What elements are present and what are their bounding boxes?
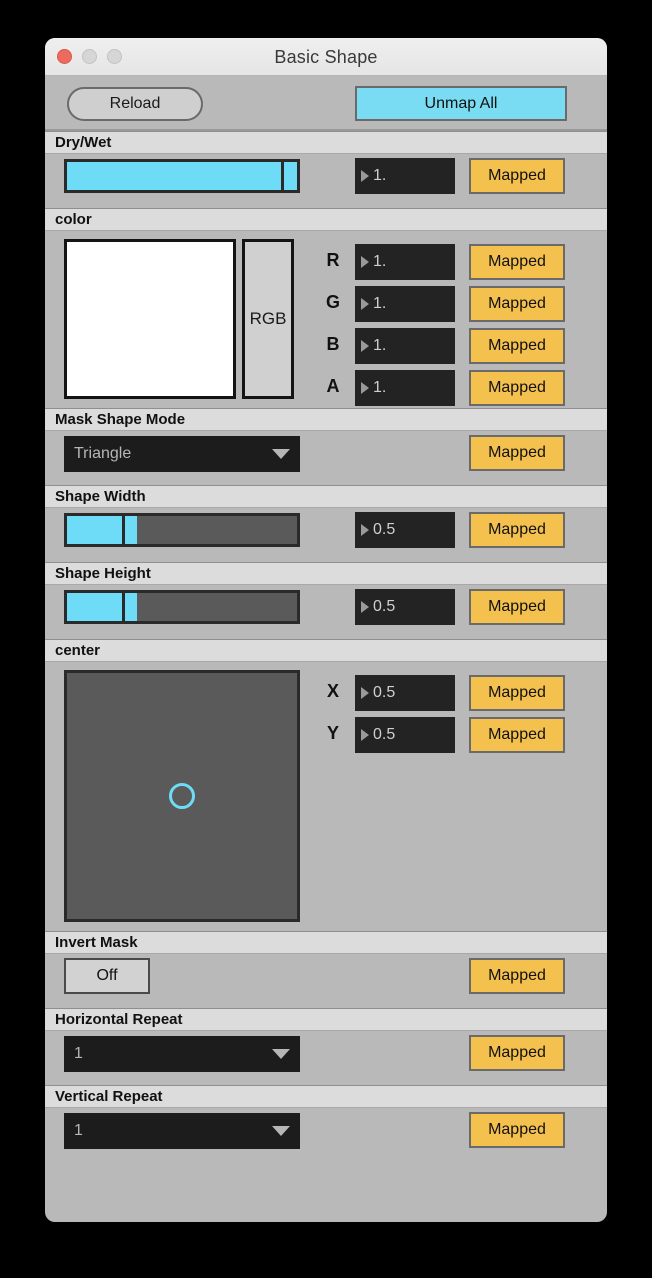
number-triangle-icon bbox=[361, 687, 369, 699]
color-b-number-box[interactable]: 1. bbox=[355, 328, 455, 364]
color-r-mapped-button[interactable]: Mapped bbox=[469, 244, 565, 280]
plugin-window: Basic Shape Reload Unmap All Dry/Wet 1. … bbox=[45, 38, 607, 1222]
shape-width-number-box[interactable]: 0.5 bbox=[355, 512, 455, 548]
center-xy-pad[interactable] bbox=[64, 670, 300, 922]
slider-tail bbox=[125, 593, 137, 621]
chevron-down-icon bbox=[272, 449, 290, 459]
color-a-number-box[interactable]: 1. bbox=[355, 370, 455, 406]
channel-label-b: B bbox=[326, 334, 340, 354]
section-header-vertical-repeat: Vertical Repeat bbox=[45, 1085, 607, 1108]
shape-height-slider[interactable] bbox=[64, 590, 300, 624]
section-body-shape-height: 0.5 Mapped bbox=[45, 585, 607, 639]
dry-wet-value: 1. bbox=[373, 167, 387, 184]
section-body-color: RGB R 1. Mapped G 1. Mapped B 1. Mapped … bbox=[45, 231, 607, 408]
section-body-mask-shape-mode: Triangle Mapped bbox=[45, 431, 607, 485]
color-g-value: 1. bbox=[373, 295, 387, 312]
shape-height-value: 0.5 bbox=[373, 598, 396, 615]
slider-tail bbox=[125, 516, 137, 544]
channel-label-a: A bbox=[326, 376, 340, 396]
section-body-dry-wet: 1. Mapped bbox=[45, 154, 607, 208]
invert-mask-mapped-button[interactable]: Mapped bbox=[469, 958, 565, 994]
section-header-center: center bbox=[45, 639, 607, 662]
section-body-horizontal-repeat: 1 Mapped bbox=[45, 1031, 607, 1085]
section-header-shape-width: Shape Width bbox=[45, 485, 607, 508]
vertical-repeat-dropdown[interactable]: 1 bbox=[64, 1113, 300, 1149]
horizontal-repeat-mapped-button[interactable]: Mapped bbox=[469, 1035, 565, 1071]
invert-mask-toggle[interactable]: Off bbox=[64, 958, 150, 994]
number-triangle-icon bbox=[361, 340, 369, 352]
center-x-mapped-button[interactable]: Mapped bbox=[469, 675, 565, 711]
reload-button[interactable]: Reload bbox=[67, 87, 203, 121]
shape-width-slider[interactable] bbox=[64, 513, 300, 547]
number-triangle-icon bbox=[361, 524, 369, 536]
dry-wet-number-box[interactable]: 1. bbox=[355, 158, 455, 194]
color-g-mapped-button[interactable]: Mapped bbox=[469, 286, 565, 322]
center-y-number-box[interactable]: 0.5 bbox=[355, 717, 455, 753]
rgb-mode-button[interactable]: RGB bbox=[242, 239, 294, 399]
slider-fill bbox=[67, 162, 281, 190]
chevron-down-icon bbox=[272, 1049, 290, 1059]
channel-label-r: R bbox=[326, 250, 340, 270]
horizontal-repeat-dropdown[interactable]: 1 bbox=[64, 1036, 300, 1072]
xy-pad-handle[interactable] bbox=[169, 783, 195, 809]
number-triangle-icon bbox=[361, 256, 369, 268]
section-header-invert-mask: Invert Mask bbox=[45, 931, 607, 954]
color-b-mapped-button[interactable]: Mapped bbox=[469, 328, 565, 364]
color-b-value: 1. bbox=[373, 337, 387, 354]
section-header-color: color bbox=[45, 208, 607, 231]
title-bar: Basic Shape bbox=[45, 38, 607, 76]
center-y-mapped-button[interactable]: Mapped bbox=[469, 717, 565, 753]
color-r-value: 1. bbox=[373, 253, 387, 270]
axis-label-x: X bbox=[326, 681, 339, 701]
section-body-center: X 0.5 Mapped Y 0.5 Mapped bbox=[45, 662, 607, 931]
chevron-down-icon bbox=[272, 1126, 290, 1136]
section-header-dry-wet: Dry/Wet bbox=[45, 131, 607, 154]
section-header-horizontal-repeat: Horizontal Repeat bbox=[45, 1008, 607, 1031]
color-a-mapped-button[interactable]: Mapped bbox=[469, 370, 565, 406]
color-swatch[interactable] bbox=[64, 239, 236, 399]
section-header-shape-height: Shape Height bbox=[45, 562, 607, 585]
channel-label-g: G bbox=[325, 292, 340, 312]
slider-fill bbox=[67, 516, 123, 544]
axis-label-y: Y bbox=[326, 723, 339, 743]
center-y-value: 0.5 bbox=[373, 726, 396, 743]
slider-fill bbox=[67, 593, 123, 621]
section-body-shape-width: 0.5 Mapped bbox=[45, 508, 607, 562]
section-body-invert-mask: Off Mapped bbox=[45, 954, 607, 1008]
shape-width-mapped-button[interactable]: Mapped bbox=[469, 512, 565, 548]
section-body-vertical-repeat: 1 Mapped bbox=[45, 1108, 607, 1168]
number-triangle-icon bbox=[361, 601, 369, 613]
vertical-repeat-value: 1 bbox=[74, 1122, 83, 1139]
toolbar: Reload Unmap All bbox=[45, 76, 607, 131]
vertical-repeat-mapped-button[interactable]: Mapped bbox=[469, 1112, 565, 1148]
dry-wet-slider[interactable] bbox=[64, 159, 300, 193]
shape-height-number-box[interactable]: 0.5 bbox=[355, 589, 455, 625]
number-triangle-icon bbox=[361, 170, 369, 182]
number-triangle-icon bbox=[361, 298, 369, 310]
screen: Basic Shape Reload Unmap All Dry/Wet 1. … bbox=[0, 0, 652, 1278]
window-title: Basic Shape bbox=[274, 47, 378, 67]
mask-shape-mode-mapped-button[interactable]: Mapped bbox=[469, 435, 565, 471]
center-x-value: 0.5 bbox=[373, 684, 396, 701]
number-triangle-icon bbox=[361, 382, 369, 394]
shape-width-value: 0.5 bbox=[373, 521, 396, 538]
color-g-number-box[interactable]: 1. bbox=[355, 286, 455, 322]
shape-height-mapped-button[interactable]: Mapped bbox=[469, 589, 565, 625]
section-header-mask-shape-mode: Mask Shape Mode bbox=[45, 408, 607, 431]
center-x-number-box[interactable]: 0.5 bbox=[355, 675, 455, 711]
mask-shape-mode-dropdown[interactable]: Triangle bbox=[64, 436, 300, 472]
color-a-value: 1. bbox=[373, 379, 387, 396]
number-triangle-icon bbox=[361, 729, 369, 741]
mask-shape-mode-value: Triangle bbox=[74, 445, 132, 462]
slider-tail bbox=[283, 162, 297, 190]
color-r-number-box[interactable]: 1. bbox=[355, 244, 455, 280]
horizontal-repeat-value: 1 bbox=[74, 1045, 83, 1062]
unmap-all-button[interactable]: Unmap All bbox=[355, 86, 567, 121]
dry-wet-mapped-button[interactable]: Mapped bbox=[469, 158, 565, 194]
